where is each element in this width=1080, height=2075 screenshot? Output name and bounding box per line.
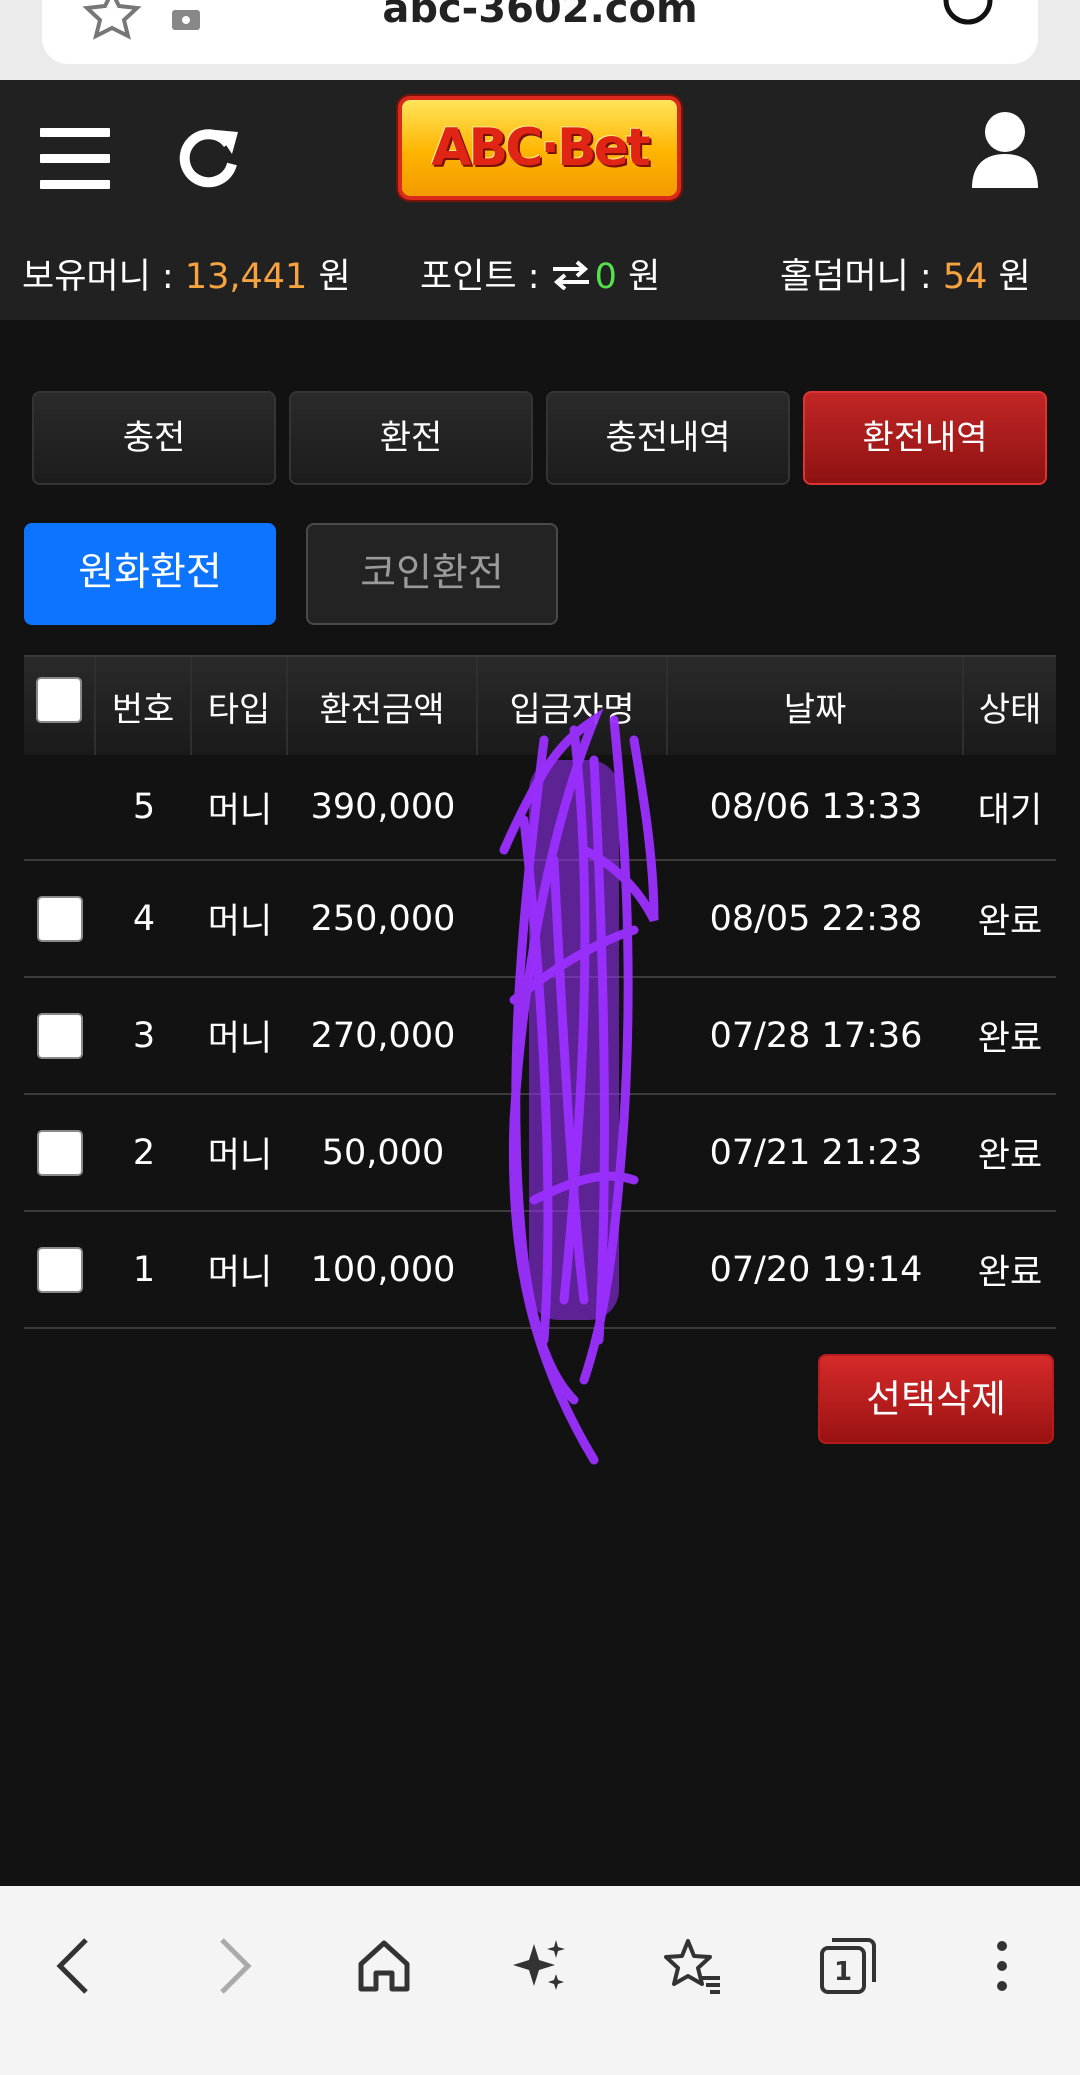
site-logo[interactable]: ABC·Bet <box>398 96 681 200</box>
row-number: 3 <box>132 1015 156 1056</box>
row-date: 08/06 13:33 <box>709 787 923 827</box>
row-date: 07/21 21:23 <box>709 1132 923 1173</box>
ai-sparkle-icon[interactable] <box>500 1926 580 2006</box>
tab-withdraw[interactable]: 환전 <box>289 391 533 485</box>
row-number: 1 <box>132 1249 156 1290</box>
header-date: 날짜 <box>668 657 964 755</box>
row-status: 완료 <box>977 1019 1043 1059</box>
tab-charge[interactable]: 충전 <box>32 391 276 485</box>
row-date: 07/20 19:14 <box>709 1249 923 1290</box>
row-type: 머니 <box>207 1019 273 1059</box>
row-amount: 250,000 <box>310 898 456 939</box>
site-header: ABC·Bet 보유머니 : 13,441 원 포인트 : 0 원 홀덤머니 :… <box>0 80 1080 320</box>
more-options-icon[interactable] <box>962 1926 1042 2006</box>
browser-address-area: abc-3602.com <box>0 0 1080 80</box>
row-amount: 50,000 <box>321 1132 445 1173</box>
balance-money: 보유머니 : 13,441 원 <box>22 257 351 297</box>
row-amount: 270,000 <box>310 1015 456 1056</box>
select-all-cell <box>24 657 96 755</box>
browser-bottom-nav: 1 <box>0 1886 1080 2075</box>
row-checkbox[interactable] <box>37 1012 83 1059</box>
home-icon[interactable] <box>344 1926 424 2006</box>
points: 포인트 : 0 원 <box>420 257 661 297</box>
row-type: 머니 <box>207 790 273 831</box>
row-type: 머니 <box>207 902 273 942</box>
header-number: 번호 <box>96 657 192 755</box>
url-text[interactable]: abc-3602.com <box>0 0 1080 32</box>
subtab-krw-withdraw[interactable]: 원화환전 <box>24 523 276 625</box>
forward-icon[interactable] <box>194 1926 274 2006</box>
row-status: 완료 <box>977 1136 1043 1176</box>
tab-charge-history[interactable]: 충전내역 <box>546 391 790 485</box>
row-number: 2 <box>132 1132 156 1173</box>
row-number: 4 <box>132 898 156 939</box>
logo-text: ABC·Bet <box>431 118 651 178</box>
row-checkbox-cell <box>24 861 96 976</box>
tabs-icon[interactable]: 1 <box>808 1926 888 2006</box>
row-status: 완료 <box>977 902 1043 942</box>
reload-page-icon[interactable] <box>940 0 996 34</box>
header-amount: 환전금액 <box>288 657 478 755</box>
select-all-checkbox[interactable] <box>36 677 82 723</box>
row-status: 대기 <box>977 790 1043 831</box>
back-icon[interactable] <box>34 1926 114 2006</box>
subtab-coin-withdraw[interactable]: 코인환전 <box>306 523 558 625</box>
hamburger-menu-icon[interactable] <box>40 128 110 190</box>
row-date: 07/28 17:36 <box>709 1015 923 1056</box>
delete-selected-button[interactable]: 선택삭제 <box>818 1354 1054 1444</box>
row-amount: 390,000 <box>310 787 456 827</box>
row-number: 5 <box>132 787 156 827</box>
row-checkbox-cell <box>24 1212 96 1327</box>
row-date: 08/05 22:38 <box>709 898 923 939</box>
row-checkbox[interactable] <box>37 1129 83 1176</box>
row-checkbox-cell <box>24 1095 96 1210</box>
redaction-scribble <box>499 708 659 1465</box>
row-checkbox[interactable] <box>37 1246 83 1293</box>
row-checkbox-cell <box>24 978 96 1093</box>
refresh-icon[interactable] <box>176 124 242 190</box>
exchange-arrows-icon[interactable] <box>551 260 591 291</box>
holdem-money: 홀덤머니 : 54 원 <box>780 257 1031 297</box>
tabs-count: 1 <box>834 1957 852 1987</box>
row-type: 머니 <box>207 1253 273 1293</box>
header-status: 상태 <box>978 689 1042 730</box>
bookmarks-star-icon[interactable] <box>652 1926 732 2006</box>
header-type: 타입 <box>192 657 288 755</box>
balance-row: 보유머니 : 13,441 원 포인트 : 0 원 홀덤머니 : 54 원 <box>0 248 1080 304</box>
tab-withdraw-history[interactable]: 환전내역 <box>803 391 1047 485</box>
user-profile-icon[interactable] <box>970 110 1040 190</box>
row-amount: 100,000 <box>310 1249 456 1290</box>
row-checkbox[interactable] <box>37 895 83 942</box>
row-type: 머니 <box>207 1136 273 1176</box>
row-status: 완료 <box>977 1253 1043 1293</box>
